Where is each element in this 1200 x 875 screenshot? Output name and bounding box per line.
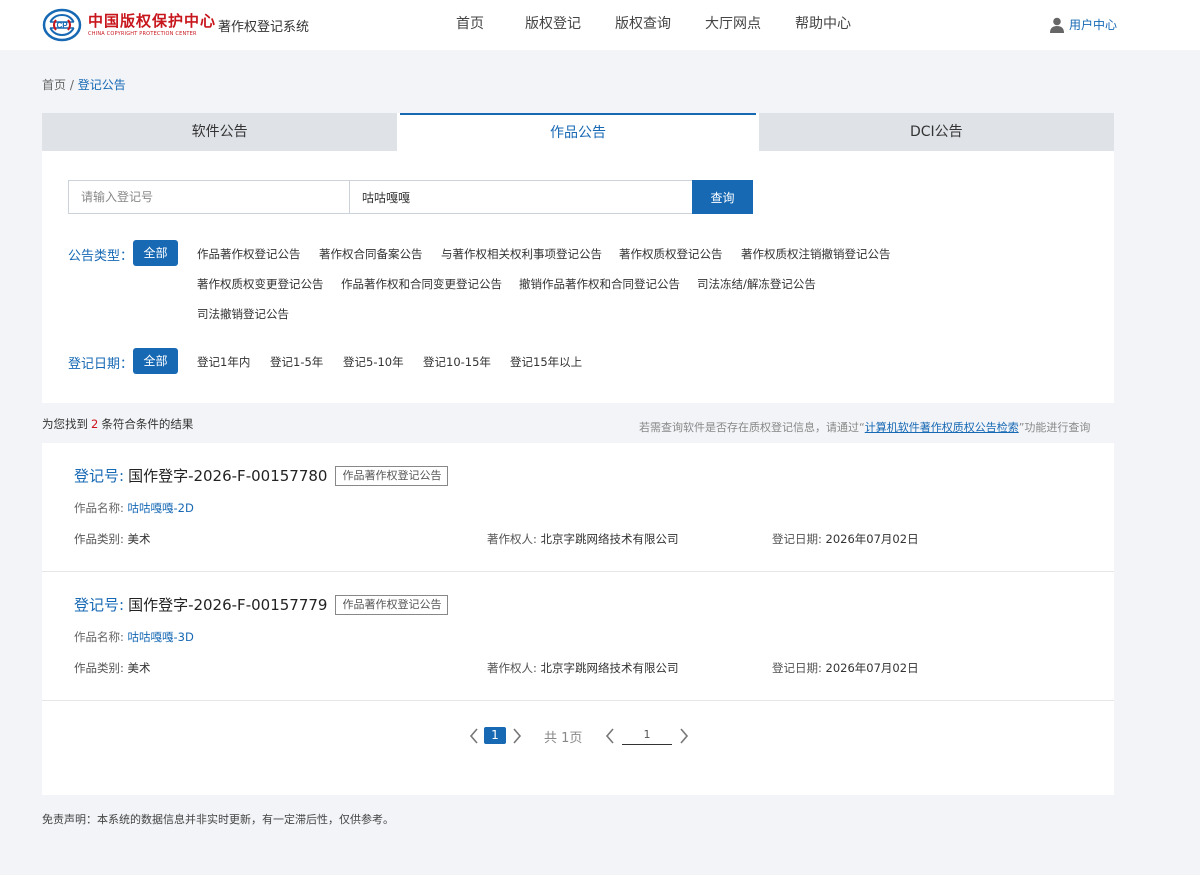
jump-next-icon[interactable] — [678, 727, 690, 745]
reg-date-value: 2026年07月02日 — [825, 661, 919, 675]
nav-help-center[interactable]: 帮助中心 — [790, 0, 856, 50]
ccpc-emblem-icon: CP — [42, 8, 82, 42]
category-label: 作品类别: — [74, 661, 124, 675]
list-item: 登记号: 国作登字-2026-F-00157780 作品著作权登记公告 作品名称… — [42, 443, 1114, 572]
page-number-current[interactable]: 1 — [484, 727, 506, 744]
result-count-prefix: 为您找到 — [42, 417, 88, 431]
type-filter-option[interactable]: 著作权质权变更登记公告 — [197, 276, 324, 292]
type-filter-option[interactable]: 著作权合同备案公告 — [319, 246, 423, 262]
work-name-label: 作品名称: — [74, 630, 124, 644]
user-icon — [1050, 17, 1064, 33]
disclaimer: 免责声明：本系统的数据信息并非实时更新，有一定滞后性，仅供参考。 — [42, 813, 394, 826]
result-count-number: 2 — [91, 417, 99, 431]
type-filter-option[interactable]: 与著作权相关权利事项登记公告 — [441, 246, 602, 262]
search-button[interactable]: 查询 — [692, 180, 753, 214]
jump-prev-icon[interactable] — [604, 727, 616, 745]
system-title: 著作权登记系统 — [218, 20, 310, 35]
work-name-input[interactable] — [350, 181, 692, 213]
tab-dci[interactable]: DCI公告 — [758, 113, 1114, 151]
list-item: 登记号: 国作登字-2026-F-00157779 作品著作权登记公告 作品名称… — [42, 572, 1114, 701]
announcement-type-badge: 作品著作权登记公告 — [335, 465, 449, 486]
date-filter-all-button[interactable]: 全部 — [133, 348, 178, 374]
category-value: 美术 — [127, 532, 151, 546]
date-filter-option[interactable]: 登记1年内 — [197, 354, 250, 370]
search-bar: 查询 — [68, 180, 753, 214]
type-filter-option[interactable]: 著作权质权注销撤销登记公告 — [741, 246, 891, 262]
work-name-link[interactable]: 咕咕嘎嘎-2D — [128, 501, 194, 515]
reg-date-label: 登记日期: — [772, 532, 822, 546]
reg-number-label: 登记号: — [74, 467, 125, 485]
next-page-icon[interactable] — [511, 727, 523, 745]
logo-english-text: CHINA COPYRIGHT PROTECTION CENTER — [88, 30, 197, 37]
search-panel: 软件公告 作品公告 DCI公告 查询 公告类型： 全部 作品著作权登记公告 著作… — [42, 113, 1114, 403]
type-filter-all-button[interactable]: 全部 — [133, 240, 178, 266]
hint-text-pre: 若需查询软件是否存在质权登记信息，请通过“ — [639, 421, 865, 434]
pledge-search-link[interactable]: 计算机软件著作权质权公告检索 — [865, 421, 1019, 434]
prev-page-icon[interactable] — [468, 727, 480, 745]
reg-date-label: 登记日期: — [772, 661, 822, 675]
svg-text:CP: CP — [56, 21, 68, 30]
reg-number-value: 国作登字-2026-F-00157779 — [128, 596, 328, 614]
date-filter-option[interactable]: 登记10-15年 — [423, 354, 491, 370]
breadcrumb-separator: / — [69, 78, 74, 92]
page-total: 共 1页 — [544, 731, 583, 746]
category-value: 美术 — [127, 661, 151, 675]
owner-label: 著作权人: — [487, 661, 537, 675]
breadcrumb: 首页 / 登记公告 — [42, 76, 126, 93]
work-name-link[interactable]: 咕咕嘎嘎-3D — [128, 630, 194, 644]
registration-number-input[interactable] — [69, 181, 350, 213]
hint-text-post: ”功能进行查询 — [1018, 421, 1091, 434]
owner-value: 北京字跳网络技术有限公司 — [540, 661, 679, 675]
top-header: CP 中国版权保护中心 CHINA COPYRIGHT PROTECTION C… — [0, 0, 1200, 50]
owner-label: 著作权人: — [487, 532, 537, 546]
announcement-tabs: 软件公告 作品公告 DCI公告 — [42, 113, 1114, 151]
type-filter-label: 公告类型： — [68, 249, 134, 264]
nav-copyright-query[interactable]: 版权查询 — [610, 0, 676, 50]
type-filter-option[interactable]: 司法冻结/解冻登记公告 — [697, 276, 816, 292]
nav-service-halls[interactable]: 大厅网点 — [700, 0, 766, 50]
main-nav: 首页 版权登记 版权查询 大厅网点 帮助中心 — [448, 0, 856, 50]
type-filter-option[interactable]: 作品著作权和合同变更登记公告 — [341, 276, 502, 292]
owner-value: 北京字跳网络技术有限公司 — [540, 532, 679, 546]
reg-date-value: 2026年07月02日 — [825, 532, 919, 546]
date-filter-label: 登记日期： — [68, 357, 134, 372]
reg-number-label: 登记号: — [74, 596, 125, 614]
type-filter-option[interactable]: 作品著作权登记公告 — [197, 246, 301, 262]
result-count-suffix: 条符合条件的结果 — [101, 417, 194, 431]
user-center-label: 用户中心 — [1069, 18, 1118, 32]
page-jump-input[interactable] — [622, 725, 672, 745]
breadcrumb-home[interactable]: 首页 — [42, 78, 66, 92]
user-center-link[interactable]: 用户中心 — [1050, 16, 1117, 33]
work-name-label: 作品名称: — [74, 501, 124, 515]
type-filter-option[interactable]: 著作权质权登记公告 — [619, 246, 723, 262]
date-filter-option[interactable]: 登记5-10年 — [343, 354, 404, 370]
announcement-type-badge: 作品著作权登记公告 — [335, 594, 449, 615]
pledge-search-hint: 若需查询软件是否存在质权登记信息，请通过“计算机软件著作权质权公告检索”功能进行… — [639, 419, 1090, 435]
type-filter-option[interactable]: 撤销作品著作权和合同登记公告 — [519, 276, 680, 292]
date-filter-option[interactable]: 登记15年以上 — [510, 354, 582, 370]
result-count: 为您找到 2 条符合条件的结果 — [42, 416, 193, 432]
type-filter-option[interactable]: 司法撤销登记公告 — [197, 306, 289, 322]
nav-copyright-registration[interactable]: 版权登记 — [520, 0, 586, 50]
tab-software[interactable]: 软件公告 — [42, 113, 398, 151]
nav-home[interactable]: 首页 — [448, 0, 492, 50]
date-filter-option[interactable]: 登记1-5年 — [270, 354, 323, 370]
result-list: 登记号: 国作登字-2026-F-00157780 作品著作权登记公告 作品名称… — [42, 443, 1114, 795]
logo-chinese-text: 中国版权保护中心 — [88, 11, 217, 30]
reg-number-value: 国作登字-2026-F-00157780 — [128, 467, 328, 485]
site-logo[interactable]: CP 中国版权保护中心 CHINA COPYRIGHT PROTECTION C… — [42, 8, 216, 42]
pagination: 1 共 1页 — [42, 725, 1114, 749]
category-label: 作品类别: — [74, 532, 124, 546]
tab-works[interactable]: 作品公告 — [400, 113, 756, 151]
breadcrumb-current: 登记公告 — [77, 78, 126, 92]
